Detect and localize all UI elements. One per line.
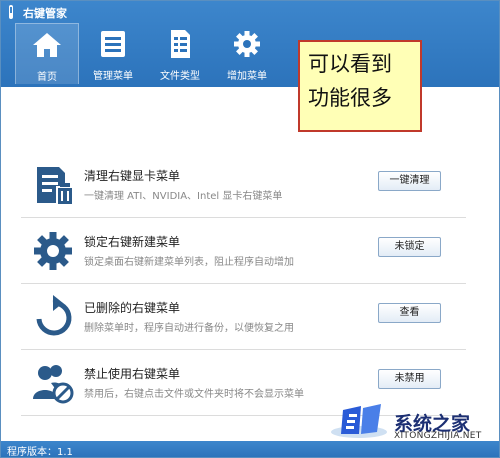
app-logo-icon [9,5,13,19]
callout-line-2: 功能很多 [308,86,392,110]
title-bar: 右键管家 [1,1,499,23]
gear-icon [34,232,72,270]
item-title: 清理右键显卡菜单 [84,169,181,183]
header-bar: 右键管家 首页 管理菜单 文件类型 增加菜单 [1,1,499,87]
view-button[interactable]: 查看 [378,303,441,323]
item-description: 一键清理 ATI、NVIDIA、Intel 显卡右键菜单 [84,191,283,202]
file-type-icon [171,30,190,58]
clean-document-icon [37,167,74,206]
tab-label: 增加菜单 [227,71,267,82]
list-item-disable-context-menu: 禁止使用右键菜单 禁用后，右键点击文件或文件夹时将不会显示菜单 未禁用 [21,349,466,416]
clean-now-button[interactable]: 一键清理 [378,171,441,191]
menu-list-icon [101,31,125,57]
list-item-clean-gpu-menu: 清理右键显卡菜单 一键清理 ATI、NVIDIA、Intel 显卡右键菜单 一键… [21,151,466,218]
list-item-deleted-menus: 已删除的右键菜单 删除菜单时，程序自动进行备份，以便恢复之用 查看 [21,283,466,350]
callout-line-1: 可以看到 [308,52,392,76]
window-title: 右键管家 [23,7,67,20]
tab-add-menu[interactable]: 增加菜单 [216,23,278,83]
item-title: 锁定右键新建菜单 [84,235,181,249]
status-bar: 程序版本：1.1 [1,441,499,457]
item-description: 删除菜单时，程序自动进行备份，以便恢复之用 [84,323,294,334]
app-window: 右键管家 首页 管理菜单 文件类型 增加菜单 可以看到 功能很多 清理右键显卡菜… [0,0,500,458]
home-icon [33,33,61,57]
item-title: 禁止使用右键菜单 [84,367,181,381]
disable-toggle-button[interactable]: 未禁用 [378,369,441,389]
tab-home[interactable]: 首页 [15,23,79,84]
item-title: 已删除的右键菜单 [84,301,181,315]
tab-file-type[interactable]: 文件类型 [149,23,211,83]
tab-label: 文件类型 [160,71,200,82]
gear-icon [234,31,260,57]
user-block-icon [33,365,74,404]
tab-label: 首页 [37,72,57,83]
watermark-logo-icon [331,404,387,438]
tab-manage-menu[interactable]: 管理菜单 [82,23,144,83]
item-description: 禁用后，右键点击文件或文件夹时将不会显示菜单 [84,389,304,400]
tab-label: 管理菜单 [93,71,133,82]
version-label: 程序版本：1.1 [7,447,73,458]
lock-toggle-button[interactable]: 未锁定 [378,237,441,257]
list-item-lock-new-menu: 锁定右键新建菜单 锁定桌面右键新建菜单列表，阻止程序自动增加 未锁定 [21,217,466,284]
restore-arrow-icon [36,295,72,336]
annotation-callout: 可以看到 功能很多 [298,40,422,132]
watermark-url: XITONGZHIJIA.NET [394,431,482,441]
item-description: 锁定桌面右键新建菜单列表，阻止程序自动增加 [84,257,294,268]
